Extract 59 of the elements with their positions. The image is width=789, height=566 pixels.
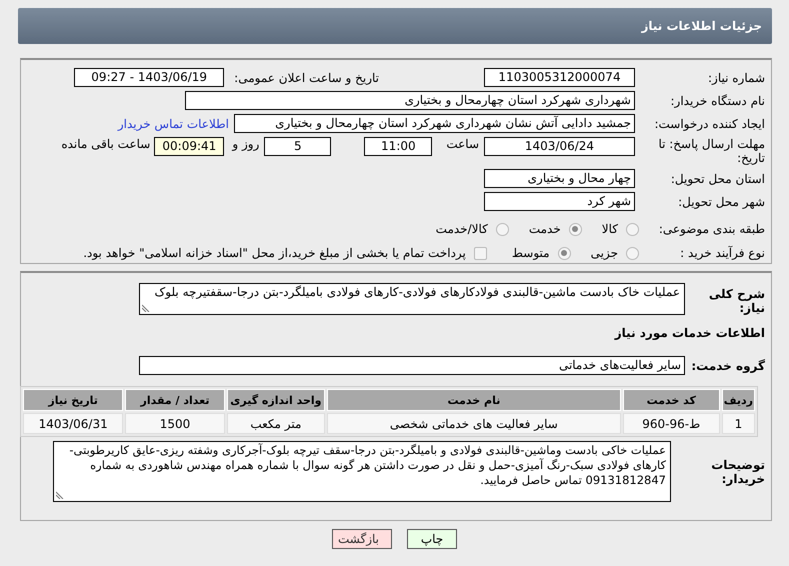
table-cell: 1403/06/31: [23, 413, 124, 434]
field-label: نوع فرآیند خرید :: [679, 246, 766, 260]
description-field: عملیات خاک بادست ماشین-قالبندی فولادکارهای فولادی-کارهای فولادی بامیلگرد-بتن درجا-سقفتیرچه بلوک: [139, 283, 685, 315]
contact-info-link[interactable]: اطلاعات تماس خریدار: [118, 116, 229, 130]
radio-button[interactable]: [626, 222, 639, 236]
field-label: شماره نیاز:: [707, 70, 766, 84]
page-header: جزئیات اطلاعات نیاز: [18, 8, 772, 44]
remaining-time-field: 00:09:41: [154, 137, 224, 156]
table-cell: ط-96-960: [622, 413, 720, 434]
need-number-field: 1103005312000074: [484, 68, 635, 87]
option-label: خدمت: [528, 222, 561, 236]
column-header: کد خدمت: [622, 389, 720, 411]
announce-date-field: 1403/06/19 - 09:27: [74, 68, 224, 87]
field-label: روز و: [232, 137, 260, 151]
field-label: شرح کلی نیاز:: [708, 286, 766, 315]
field-label: ایجاد کننده درخواست:: [653, 116, 766, 130]
radio-button[interactable]: [558, 246, 571, 260]
service-group-field: سایر فعالیت‌های خدماتی: [139, 356, 685, 375]
option-label: متوسط: [512, 246, 550, 260]
buyer-org-field: شهرداری شهرکرد استان چهارمحال و بختیاری: [185, 91, 635, 110]
option-label: جزیی: [590, 246, 618, 260]
column-header: نام خدمت: [327, 389, 621, 411]
deadline-time-field: 11:00: [364, 137, 432, 156]
column-header: واحد اندازه گیری: [226, 389, 326, 411]
field-label: ساعت: [446, 137, 479, 151]
column-header: تعداد / مقدار: [125, 389, 225, 411]
province-field: چهار محال و بختیاری: [484, 169, 635, 188]
table-cell: متر مکعب: [226, 413, 326, 434]
field-label: ساعت باقی مانده: [61, 137, 150, 151]
field-label: نام دستگاه خریدار:: [670, 94, 766, 108]
checkbox[interactable]: [474, 246, 487, 260]
radio-button[interactable]: [496, 222, 509, 236]
table-cell: 1500: [125, 413, 225, 434]
requester-field: جمشید دادایی آتش نشان شهرداری شهرکرد استان چهارمحال و بختیاری: [234, 114, 635, 133]
option-label: کالا: [602, 222, 618, 236]
payment-note: پرداخت تمام یا بخشی از مبلغ خرید،از محل "اسناد خزانه اسلامی" خواهد بود.: [83, 246, 466, 260]
buyer-notes-field: عملیات خاکی بادست وماشین-قالبندی فولادی و بامیلگرد-بتن درجا-سقف تیرچه بلوک-آجرکاری وشفته ریزی-عایق کاریرطوبتی-کارهای فولادی سبک-رنگ آمیزی-حمل و نقل در صورت داشتن هر گونه سوال با شماره همراه مهندس شاهوردی به شماره 09131812847 تماس حاصل فرمایید.: [53, 441, 671, 502]
field-label: تاریخ و ساعت اعلان عمومی:: [234, 70, 379, 84]
back-button[interactable]: بازگشت: [332, 529, 392, 549]
field-label: طبقه بندی موضوعی:: [658, 222, 766, 236]
city-field: شهر کرد: [484, 192, 635, 211]
radio-button[interactable]: [626, 246, 639, 260]
field-label: توضیحات خریدار:: [710, 458, 766, 486]
resize-grip-icon[interactable]: [142, 304, 150, 312]
field-label: شهر محل تحویل:: [677, 194, 766, 208]
column-header: تاریخ نیاز: [23, 389, 124, 411]
field-label: مهلت ارسال پاسخ: تا تاریخ:: [657, 137, 766, 165]
radio-button[interactable]: [568, 222, 582, 236]
field-label: استان محل تحویل:: [670, 172, 766, 186]
field-label: گروه خدمت:: [690, 358, 766, 372]
section-heading: اطلاعات خدمات مورد نیاز: [614, 326, 766, 340]
option-label: کالا/خدمت: [436, 222, 488, 236]
table-cell: سایر فعالیت های خدماتی شخصی: [327, 413, 621, 434]
print-button[interactable]: چاپ: [407, 529, 457, 549]
resize-grip-icon[interactable]: [56, 491, 64, 499]
days-field: 5: [264, 137, 332, 156]
table-cell: 1: [722, 413, 755, 434]
column-header: ردیف: [722, 389, 755, 411]
deadline-date-field: 1403/06/24: [484, 137, 635, 156]
